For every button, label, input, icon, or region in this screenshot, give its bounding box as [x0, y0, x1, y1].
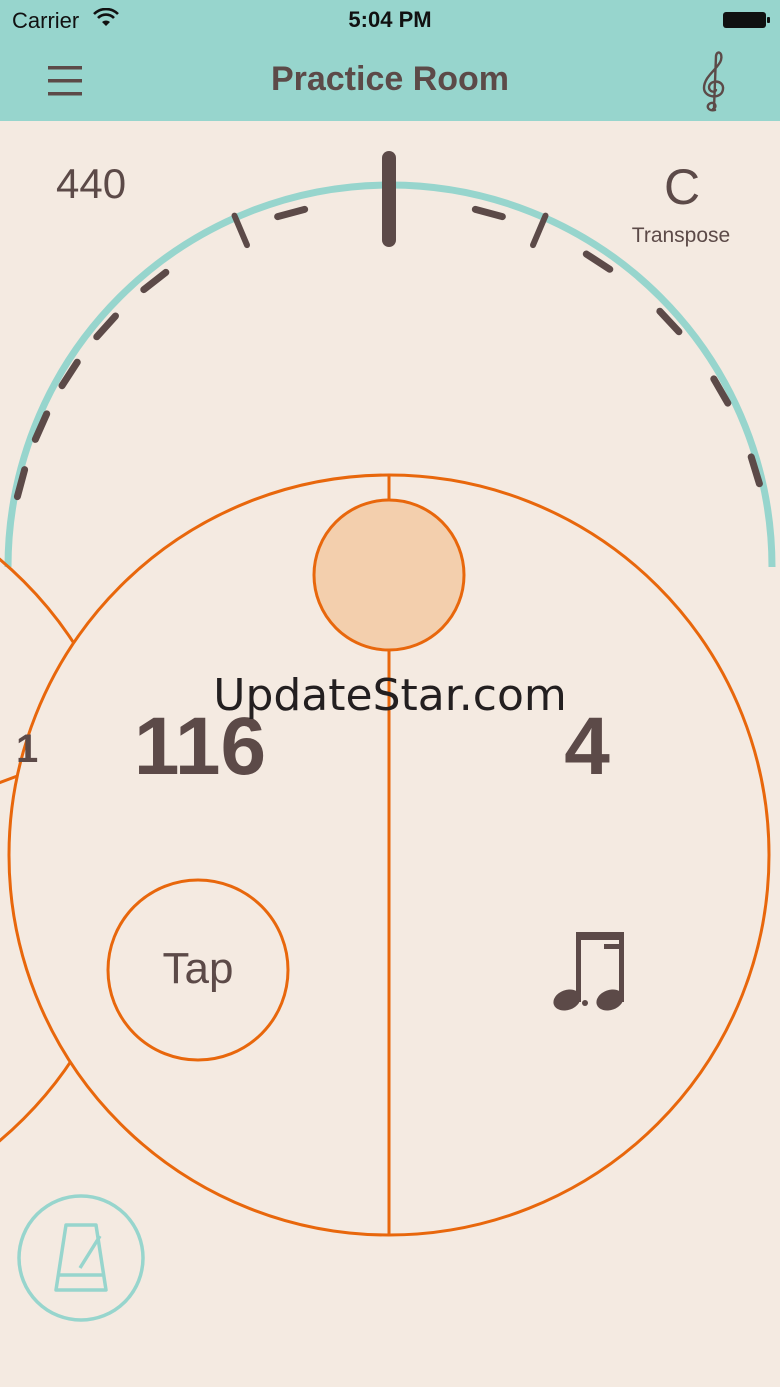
metronome-icon: [54, 1223, 108, 1292]
tuner-tick: [530, 212, 549, 249]
adjacent-dial-value: 1: [16, 727, 39, 771]
tuner-tick: [274, 205, 309, 221]
tuner-ticks: [13, 205, 763, 501]
tuner-tick: [471, 205, 506, 221]
watermark: UpdateStar.com: [213, 670, 567, 721]
tuner-tick: [582, 250, 614, 273]
tuner-tick: [231, 212, 250, 249]
beat-indicator[interactable]: [312, 498, 466, 652]
metronome-button[interactable]: [17, 1194, 145, 1322]
